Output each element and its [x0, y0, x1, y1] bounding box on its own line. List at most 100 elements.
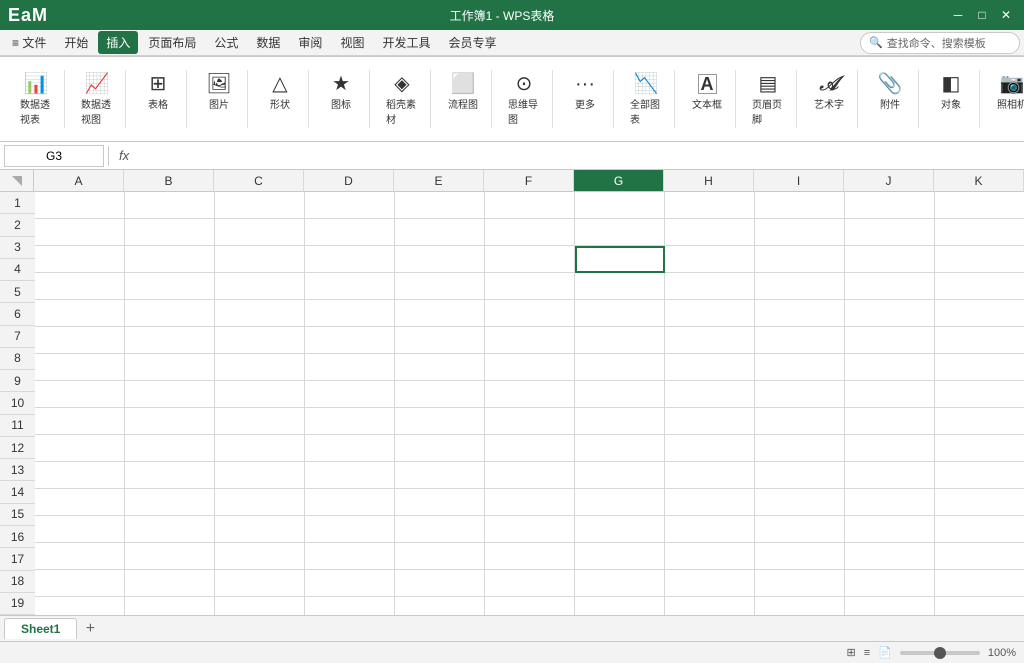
cell-G7[interactable] — [575, 354, 665, 381]
row-header-3[interactable]: 3 — [0, 237, 35, 259]
cell-J3[interactable] — [845, 246, 935, 273]
formula-fx-button[interactable]: fx — [113, 148, 135, 163]
cell-D3[interactable] — [305, 246, 395, 273]
shape-button[interactable]: △ 形状 — [260, 72, 300, 113]
cell-C16[interactable] — [215, 597, 305, 615]
cell-I16[interactable] — [755, 597, 845, 615]
cell-I12[interactable] — [755, 489, 845, 516]
sheet-tab-sheet1[interactable]: Sheet1 — [4, 618, 77, 639]
cell-F2[interactable] — [485, 219, 575, 246]
attachment-button[interactable]: 📎 附件 — [870, 72, 910, 113]
row-header-10[interactable]: 10 — [0, 392, 35, 414]
cell-K3[interactable] — [935, 246, 1024, 273]
cell-I8[interactable] — [755, 381, 845, 408]
cell-A13[interactable] — [35, 516, 125, 543]
cell-D16[interactable] — [305, 597, 395, 615]
pivot-chart-button[interactable]: 📈 数据透视图 — [77, 72, 117, 128]
cell-H11[interactable] — [665, 462, 755, 489]
corner-cell[interactable] — [0, 170, 34, 192]
cell-G16[interactable] — [575, 597, 665, 615]
cell-H13[interactable] — [665, 516, 755, 543]
menu-formula[interactable]: 公式 — [206, 31, 246, 54]
col-header-J[interactable]: J — [844, 170, 934, 192]
cell-H8[interactable] — [665, 381, 755, 408]
col-header-F[interactable]: F — [484, 170, 574, 192]
row-header-18[interactable]: 18 — [0, 571, 35, 593]
cell-E10[interactable] — [395, 435, 485, 462]
cell-F15[interactable] — [485, 570, 575, 597]
cell-A11[interactable] — [35, 462, 125, 489]
menu-member[interactable]: 会员专享 — [440, 31, 504, 54]
col-header-I[interactable]: I — [754, 170, 844, 192]
cell-F13[interactable] — [485, 516, 575, 543]
row-header-14[interactable]: 14 — [0, 481, 35, 503]
cell-E14[interactable] — [395, 543, 485, 570]
cell-H3[interactable] — [665, 246, 755, 273]
cell-K6[interactable] — [935, 327, 1024, 354]
row-header-19[interactable]: 19 — [0, 593, 35, 615]
cell-G2[interactable] — [575, 219, 665, 246]
cell-E4[interactable] — [395, 273, 485, 300]
cell-I10[interactable] — [755, 435, 845, 462]
col-header-A[interactable]: A — [34, 170, 124, 192]
pivot-table-button[interactable]: 📊 数据透视表 — [16, 72, 56, 128]
cell-G10[interactable] — [575, 435, 665, 462]
cell-I1[interactable] — [755, 192, 845, 219]
cell-J2[interactable] — [845, 219, 935, 246]
cell-J9[interactable] — [845, 408, 935, 435]
cell-H5[interactable] — [665, 300, 755, 327]
cell-B5[interactable] — [125, 300, 215, 327]
cell-F10[interactable] — [485, 435, 575, 462]
cell-E9[interactable] — [395, 408, 485, 435]
cell-D7[interactable] — [305, 354, 395, 381]
cell-C14[interactable] — [215, 543, 305, 570]
cell-G3[interactable] — [575, 246, 665, 273]
all-charts-button[interactable]: 📉 全部图表 — [626, 72, 666, 128]
cell-B16[interactable] — [125, 597, 215, 615]
cell-I6[interactable] — [755, 327, 845, 354]
cell-J14[interactable] — [845, 543, 935, 570]
cell-C13[interactable] — [215, 516, 305, 543]
cell-A4[interactable] — [35, 273, 125, 300]
cell-H12[interactable] — [665, 489, 755, 516]
cell-C6[interactable] — [215, 327, 305, 354]
cell-D2[interactable] — [305, 219, 395, 246]
cell-C7[interactable] — [215, 354, 305, 381]
cell-D14[interactable] — [305, 543, 395, 570]
cell-B10[interactable] — [125, 435, 215, 462]
cell-J15[interactable] — [845, 570, 935, 597]
cell-K4[interactable] — [935, 273, 1024, 300]
cell-I15[interactable] — [755, 570, 845, 597]
cell-E12[interactable] — [395, 489, 485, 516]
cell-B12[interactable] — [125, 489, 215, 516]
cell-F14[interactable] — [485, 543, 575, 570]
table-button[interactable]: ⊞ 表格 — [138, 72, 178, 113]
cell-K13[interactable] — [935, 516, 1024, 543]
cell-K16[interactable] — [935, 597, 1024, 615]
cell-E8[interactable] — [395, 381, 485, 408]
wordart-button[interactable]: 𝒜 艺术字 — [809, 72, 849, 113]
cell-J8[interactable] — [845, 381, 935, 408]
row-header-5[interactable]: 5 — [0, 281, 35, 303]
add-sheet-button[interactable]: + — [79, 618, 101, 640]
cell-K9[interactable] — [935, 408, 1024, 435]
cell-C8[interactable] — [215, 381, 305, 408]
textbox-button[interactable]: A 文本框 — [687, 72, 727, 113]
cell-D12[interactable] — [305, 489, 395, 516]
cell-E2[interactable] — [395, 219, 485, 246]
cell-I11[interactable] — [755, 462, 845, 489]
cell-E16[interactable] — [395, 597, 485, 615]
col-header-E[interactable]: E — [394, 170, 484, 192]
cell-F4[interactable] — [485, 273, 575, 300]
cell-H6[interactable] — [665, 327, 755, 354]
cell-J11[interactable] — [845, 462, 935, 489]
cell-I2[interactable] — [755, 219, 845, 246]
cell-H15[interactable] — [665, 570, 755, 597]
col-header-K[interactable]: K — [934, 170, 1024, 192]
cell-B11[interactable] — [125, 462, 215, 489]
cell-D13[interactable] — [305, 516, 395, 543]
cell-F16[interactable] — [485, 597, 575, 615]
resources-button[interactable]: ◈ 稻壳素材 — [382, 72, 422, 128]
cell-K1[interactable] — [935, 192, 1024, 219]
image-button[interactable]: 🖼 图片 — [199, 72, 239, 113]
